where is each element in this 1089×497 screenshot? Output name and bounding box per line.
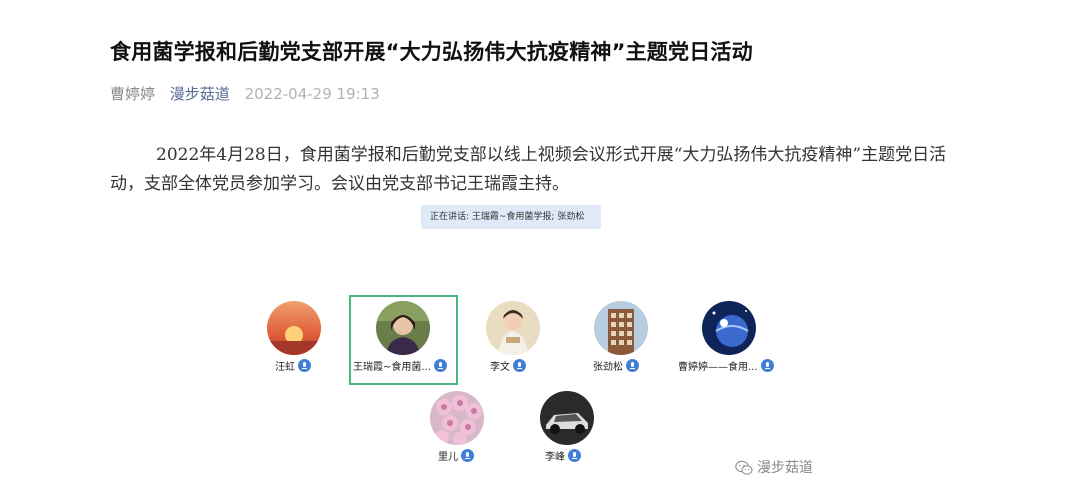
participant-name: 曹婷婷——食用...: [678, 362, 758, 373]
participant-name-row: 汪虹: [275, 358, 311, 373]
flowers-avatar: [430, 391, 484, 445]
participant-name: 里儿: [438, 452, 458, 463]
participant-name: 李峰: [545, 452, 565, 463]
participant-name-row: 曹婷婷——食用...: [678, 358, 774, 373]
author-name: 曹婷婷: [110, 85, 156, 103]
meeting-screenshot: 正在讲话: 王瑞霞~食用菌学报; 张劲松 汪虹 王瑞霞~食用菌... 李文 张劲…: [255, 205, 835, 497]
watermark-label: 漫步菇道: [757, 460, 813, 476]
microphone-icon: [513, 359, 526, 372]
article-paragraph: 2022年4月28日，食用菌学报和后勤党支部以线上视频会议形式开展“大力弘扬伟大…: [110, 145, 947, 194]
building-avatar: [594, 301, 648, 355]
wechat-icon: [735, 460, 753, 480]
article-meta: 曹婷婷 漫步菇道 2022-04-29 19:13: [110, 83, 380, 104]
microphone-icon: [760, 359, 774, 372]
woman-portrait-avatar: [376, 301, 430, 355]
participant-name: 李文: [490, 362, 510, 373]
article-title: 食用菌学报和后勤党支部开展“大力弘扬伟大抗疫精神”主题党日活动: [110, 40, 753, 64]
participant-name-row: 张劲松: [593, 358, 639, 373]
microphone-icon: [568, 449, 581, 462]
child-avatar: [486, 301, 540, 355]
publish-time: 2022-04-29 19:13: [244, 85, 380, 103]
participant-name: 王瑞霞~食用菌...: [353, 362, 431, 373]
microphone-icon: [298, 359, 311, 372]
participant-name: 汪虹: [275, 362, 295, 373]
microphone-icon: [626, 359, 639, 372]
speaking-indicator: 正在讲话: 王瑞霞~食用菌学报; 张劲松: [421, 205, 601, 229]
sunset-avatar: [267, 301, 321, 355]
participant-name-row: 王瑞霞~食用菌...: [353, 358, 447, 373]
planet-avatar: [702, 301, 756, 355]
participant-name-row: 里儿: [438, 448, 474, 463]
participant-name: 张劲松: [593, 362, 623, 373]
microphone-icon: [433, 359, 447, 372]
participant-name-row: 李峰: [545, 448, 581, 463]
microphone-icon: [461, 449, 474, 462]
car-avatar: [540, 391, 594, 445]
watermark: 漫步菇道: [735, 457, 813, 480]
participant-name-row: 李文: [490, 358, 526, 373]
account-link[interactable]: 漫步菇道: [170, 85, 230, 103]
